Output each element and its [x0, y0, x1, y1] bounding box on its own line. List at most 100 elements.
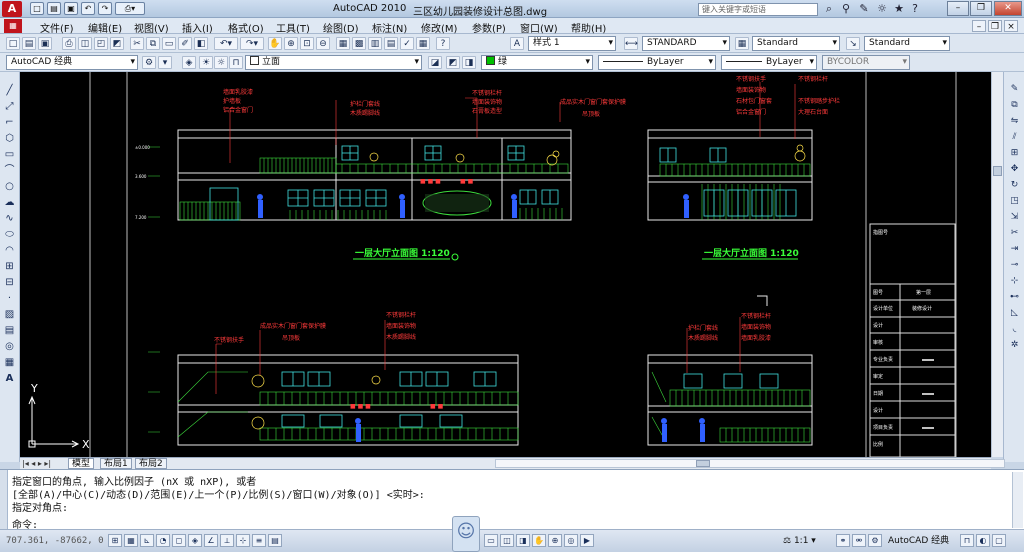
lock-ui-icon[interactable]: ⊓ — [960, 534, 974, 547]
design-center-icon[interactable]: ▩ — [352, 37, 366, 50]
ducs-toggle[interactable]: ⟂ — [220, 534, 234, 547]
menu-format[interactable]: 格式(O) — [228, 20, 264, 35]
revision-cloud-icon[interactable]: ☁ — [2, 196, 17, 210]
table-style-select[interactable]: Standard — [752, 36, 840, 51]
clean-screen-icon[interactable]: ▢ — [992, 534, 1006, 547]
doc-minimize-button[interactable]: – — [972, 20, 986, 32]
drawing-icon[interactable]: ▦ — [4, 19, 22, 33]
cut-icon[interactable]: ✂ — [130, 37, 144, 50]
plot-icon[interactable]: ⎙ — [62, 37, 76, 50]
menu-modify[interactable]: 修改(M) — [421, 20, 457, 35]
plot-icon[interactable]: ⎙▾ — [115, 2, 145, 15]
redo-icon[interactable]: ↷ — [98, 2, 112, 15]
workspace-icon[interactable]: ▾ — [158, 56, 172, 69]
paste-icon[interactable]: ▭ — [162, 37, 176, 50]
bulb-icon[interactable]: ☀ — [199, 56, 213, 69]
construction-line-icon[interactable]: ⤢ — [2, 100, 17, 114]
tools-icon[interactable]: ✎ — [857, 2, 871, 16]
save-icon[interactable]: ▣ — [64, 2, 78, 15]
make-block-icon[interactable]: ⊟ — [2, 276, 17, 290]
point-icon[interactable]: · — [2, 292, 17, 306]
menu-window[interactable]: 窗口(W) — [520, 20, 558, 35]
dyn-toggle[interactable]: ⊹ — [236, 534, 250, 547]
isolate-objects-icon[interactable]: ◐ — [976, 534, 990, 547]
ellipse-icon[interactable]: ⬭ — [2, 228, 17, 242]
chamfer-icon[interactable]: ◺ — [1007, 306, 1022, 320]
hscroll-thumb[interactable] — [696, 460, 710, 467]
text-style-icon[interactable]: A — [510, 37, 524, 50]
rotate-icon[interactable]: ↻ — [1007, 178, 1022, 192]
layer-properties-icon[interactable]: ◈ — [182, 56, 196, 69]
multileader-style-select[interactable]: Standard — [864, 36, 950, 51]
scroll-thumb[interactable] — [993, 166, 1002, 176]
tab-layout1[interactable]: 布局1 — [100, 458, 132, 469]
binoculars-icon[interactable]: ⚲ — [839, 2, 853, 16]
menu-tools[interactable]: 工具(T) — [276, 20, 310, 35]
sun-icon[interactable]: ☼ — [214, 56, 228, 69]
fillet-icon[interactable]: ◟ — [1007, 322, 1022, 336]
quickcalc-icon[interactable]: ▦ — [416, 37, 430, 50]
mirror-icon[interactable]: ⇋ — [1007, 114, 1022, 128]
zoom-window-icon[interactable]: ⊡ — [300, 37, 314, 50]
offset-icon[interactable]: ⫽ — [1007, 130, 1022, 144]
menu-file[interactable]: 文件(F) — [40, 20, 74, 35]
doc-restore-button[interactable]: ❐ — [988, 20, 1002, 32]
zoom-status-icon[interactable]: ⊕ — [548, 534, 562, 547]
steering-wheel-icon[interactable]: ◎ — [564, 534, 578, 547]
break-icon[interactable]: ⊹ — [1007, 274, 1022, 288]
extend-icon[interactable]: ⇥ — [1007, 242, 1022, 256]
lineweight-toggle[interactable]: ≡ — [252, 534, 266, 547]
copy-object-icon[interactable]: ⧉ — [1007, 98, 1022, 112]
scale-icon[interactable]: ◳ — [1007, 194, 1022, 208]
publish-icon[interactable]: ◰ — [94, 37, 108, 50]
menu-edit[interactable]: 编辑(E) — [88, 20, 122, 35]
trim-icon[interactable]: ✂ — [1007, 226, 1022, 240]
layer-state-icon[interactable]: ◨ — [462, 56, 476, 69]
linetype-select[interactable]: ByLayer — [598, 55, 716, 70]
rectangle-icon[interactable]: ▭ — [2, 148, 17, 162]
user-avatar-icon[interactable]: ☺ — [452, 516, 480, 552]
open-file-icon[interactable]: ▤ — [47, 2, 61, 15]
quick-view-drawings-icon[interactable]: ◨ — [516, 534, 530, 547]
polyline-icon[interactable]: ⌐ — [2, 116, 17, 130]
layer-select[interactable]: 立面 — [245, 55, 422, 70]
menu-insert[interactable]: 插入(I) — [182, 20, 213, 35]
annotation-visibility-icon[interactable]: ⚭ — [836, 534, 850, 547]
insert-block-icon[interactable]: ⊞ — [2, 260, 17, 274]
menu-draw[interactable]: 绘图(D) — [323, 20, 359, 35]
minimize-button[interactable]: – — [947, 1, 969, 16]
ellipse-arc-icon[interactable]: ◠ — [2, 244, 17, 258]
menu-help[interactable]: 帮助(H) — [571, 20, 606, 35]
make-current-icon[interactable]: ◪ — [428, 56, 442, 69]
multileader-style-icon[interactable]: ↘ — [846, 37, 860, 50]
showmotion-icon[interactable]: ▶ — [580, 534, 594, 547]
zoom-realtime-icon[interactable]: ⊕ — [284, 37, 298, 50]
command-scrollbar[interactable] — [1012, 472, 1023, 528]
block-editor-icon[interactable]: ◧ — [194, 37, 208, 50]
menu-parametric[interactable]: 参数(P) — [472, 20, 506, 35]
osnap-toggle[interactable]: ◻ — [172, 534, 186, 547]
zoom-previous-icon[interactable]: ⊖ — [316, 37, 330, 50]
table-icon[interactable]: ▦ — [2, 356, 17, 370]
multiline-text-icon[interactable]: A — [2, 372, 17, 386]
new-file-icon[interactable]: □ — [30, 2, 44, 15]
erase-icon[interactable]: ✎ — [1007, 82, 1022, 96]
properties-icon[interactable]: ▦ — [336, 37, 350, 50]
save-icon[interactable]: ▣ — [38, 37, 52, 50]
match-properties-icon[interactable]: ✐ — [178, 37, 192, 50]
lineweight-select[interactable]: ByLayer — [721, 55, 817, 70]
pan-icon[interactable]: ✋ — [268, 37, 282, 50]
markup-icon[interactable]: ✓ — [400, 37, 414, 50]
dim-style-select[interactable]: STANDARD — [642, 36, 730, 51]
dim-style-icon[interactable]: ⟷ — [624, 37, 638, 50]
workspace-settings-icon[interactable]: ⚙ — [142, 56, 156, 69]
search-input[interactable]: 键入关键字或短语 — [698, 3, 818, 16]
drawing-canvas[interactable]: ■ ■ ■ ■ ■ 墙面乳胶漆 护墙板 铝合金窗门 护栏门套线 木质踢脚线 不锈… — [20, 72, 991, 457]
horizontal-scrollbar[interactable] — [495, 459, 1005, 468]
quick-properties-toggle[interactable]: ▤ — [268, 534, 282, 547]
arc-icon[interactable]: ⌒ — [2, 164, 17, 178]
circle-icon[interactable]: ○ — [2, 180, 17, 194]
3d-dwf-icon[interactable]: ◩ — [110, 37, 124, 50]
undo-icon[interactable]: ↶ — [81, 2, 95, 15]
plotstyle-select[interactable]: BYCOLOR — [822, 55, 910, 70]
